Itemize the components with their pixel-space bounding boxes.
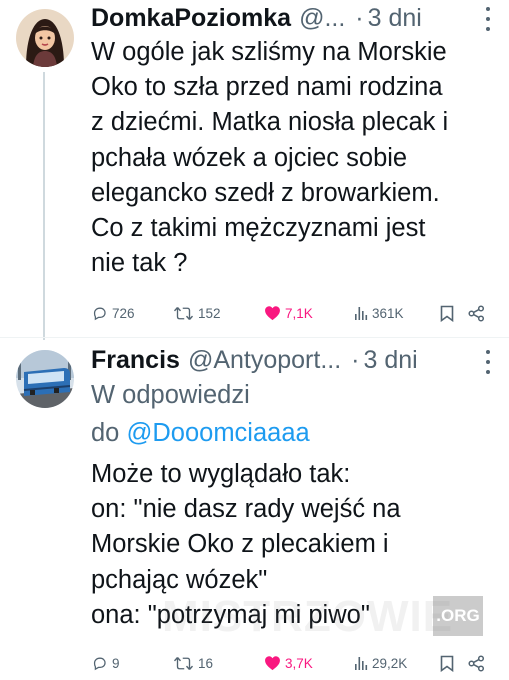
author-handle[interactable]: @... bbox=[299, 4, 345, 33]
mention-link[interactable]: @Dooomciaaaa bbox=[126, 419, 309, 447]
like-button[interactable]: 3,7K bbox=[264, 652, 313, 674]
like-button[interactable]: 7,1K bbox=[264, 302, 313, 324]
tweet-actions: 9 16 3,7K 29,2K bbox=[91, 652, 496, 674]
bookmark-button[interactable] bbox=[440, 302, 458, 324]
views-icon bbox=[355, 657, 368, 670]
views-button[interactable]: 361K bbox=[354, 302, 404, 324]
retweet-button[interactable]: 16 bbox=[173, 652, 213, 674]
tweet-header: DomkaPoziomka @... · 3 dni bbox=[91, 2, 471, 34]
share-button[interactable] bbox=[468, 652, 489, 674]
reply-count: 9 bbox=[112, 655, 120, 671]
watermark-badge: .ORG bbox=[433, 596, 483, 636]
separator-dot: · bbox=[351, 345, 360, 374]
bookmark-button[interactable] bbox=[440, 652, 458, 674]
like-count: 3,7K bbox=[285, 655, 313, 671]
share-icon bbox=[468, 654, 485, 672]
reply-to-word: do bbox=[91, 419, 120, 447]
tweet-actions: 726 152 7,1K 361K bbox=[91, 302, 496, 324]
separator-dot: · bbox=[355, 3, 364, 32]
retweet-count: 16 bbox=[198, 655, 214, 671]
bookmark-icon bbox=[440, 305, 454, 322]
author-name[interactable]: Francis bbox=[91, 346, 180, 375]
retweet-icon bbox=[173, 656, 194, 670]
more-icon[interactable] bbox=[485, 7, 491, 31]
retweet-button[interactable]: 152 bbox=[173, 302, 221, 324]
like-count: 7,1K bbox=[285, 305, 313, 321]
avatar[interactable] bbox=[16, 350, 74, 408]
author-name[interactable]: DomkaPoziomka bbox=[91, 4, 291, 33]
more-icon[interactable] bbox=[485, 350, 491, 374]
share-button[interactable] bbox=[468, 302, 489, 324]
reply-icon bbox=[93, 307, 106, 320]
reply-button[interactable]: 726 bbox=[91, 302, 135, 324]
tweet-header: Francis @Antyoport... · 3 dni bbox=[91, 344, 471, 376]
heart-icon bbox=[265, 656, 280, 671]
bookmark-icon bbox=[440, 655, 454, 672]
views-count: 361K bbox=[372, 305, 404, 321]
retweet-icon bbox=[173, 306, 194, 320]
tweet-1[interactable]: DomkaPoziomka @... · 3 dni W ogóle jak s… bbox=[0, 0, 509, 340]
tweet-divider bbox=[0, 337, 509, 338]
avatar[interactable] bbox=[16, 9, 74, 67]
reply-count: 726 bbox=[112, 305, 135, 321]
retweet-count: 152 bbox=[198, 305, 221, 321]
reply-button[interactable]: 9 bbox=[91, 652, 120, 674]
share-icon bbox=[468, 304, 485, 322]
reply-icon bbox=[93, 657, 106, 670]
views-icon bbox=[355, 307, 368, 320]
watermark-text: MISTRZOWIE bbox=[162, 592, 454, 641]
views-button[interactable]: 29,2K bbox=[354, 652, 407, 674]
views-count: 29,2K bbox=[372, 655, 408, 671]
timestamp[interactable]: 3 dni bbox=[364, 346, 418, 375]
reply-context: W odpowiedzi bbox=[91, 381, 250, 409]
timestamp[interactable]: 3 dni bbox=[368, 4, 422, 33]
author-handle[interactable]: @Antyoport... bbox=[188, 346, 341, 375]
reply-context-target: do @Dooomciaaaa bbox=[91, 416, 310, 451]
tweet-text: W ogóle jak szliśmy na Morskie Oko to sz… bbox=[91, 38, 449, 278]
heart-icon bbox=[265, 306, 280, 321]
